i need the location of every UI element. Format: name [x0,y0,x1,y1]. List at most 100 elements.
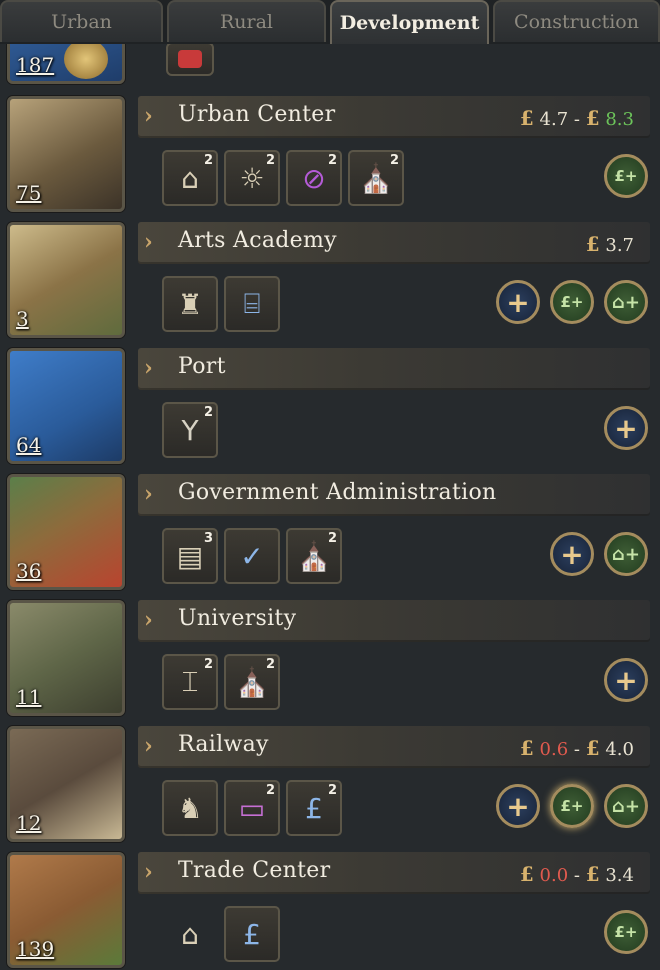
chevron-right-icon[interactable]: › [144,481,153,507]
building-actions: + £+ ⌂+ [486,784,648,828]
bureaucrat-check-icon[interactable]: ✓ [224,528,280,584]
building-name: Government Administration [178,480,497,505]
building-row: 75 › Urban Center £ 4.7 - £ 8.3 ⌂ 2 ☼ 2 ⊘ 2 ⛪ 2 £+ [0,96,660,222]
building-name-bar[interactable]: › Railway £ 0.6 - £ 4.0 [138,726,650,768]
building-profit: £ 0.0 - £ 3.4 [519,862,634,886]
expand-building-button[interactable]: + [604,406,648,450]
expand-building-button[interactable]: + [604,658,648,702]
building-thumbnail[interactable]: 12 [7,726,125,842]
subsidize-button[interactable]: £+ [550,784,594,828]
expand-building-button[interactable]: + [496,280,540,324]
chevron-right-icon[interactable]: › [144,859,153,885]
count-badge: 2 [327,531,337,546]
chevron-right-icon[interactable]: › [144,355,153,381]
classical-building-icon[interactable]: ⌶ 2 [162,654,218,710]
prayer-hands-icon[interactable]: ⛪ 2 [348,150,404,206]
building-count: 139 [16,937,55,961]
tab-development[interactable]: Development [330,0,490,44]
locomotive-icon[interactable]: ♞ [162,780,218,836]
building-actions: + [594,658,648,702]
tab-urban[interactable]: Urban [0,0,163,42]
expand-building-button[interactable]: + [496,784,540,828]
count-badge: 2 [203,153,213,168]
building-thumbnail[interactable]: 64 [7,348,125,464]
chevron-right-icon[interactable]: › [144,733,153,759]
building-name-bar[interactable]: › Government Administration [138,474,650,516]
building-name: University [178,606,297,631]
filing-cabinet-icon[interactable]: ▤ 3 [162,528,218,584]
hand-coin-icon[interactable] [166,42,214,76]
fork-icon[interactable]: Y2 [162,402,218,458]
building-modifiers: ♞ ▭ 2 £2 [162,780,348,838]
building-actions: £+ [594,910,648,954]
building-thumbnail[interactable]: 139 [7,852,125,968]
building-count: 36 [16,559,42,583]
building-actions: + £+ ⌂+ [486,280,648,324]
building-name: Urban Center [178,102,336,127]
building-name: Trade Center [178,858,331,883]
count-badge: 2 [265,657,275,672]
building-actions: + [594,406,648,450]
building-profit: £ 3.7 [585,232,634,256]
building-name-bar[interactable]: › University [138,600,650,642]
no-tram-icon[interactable]: ⊘ 2 [286,150,342,206]
statue-painting-icon[interactable]: ♜ [162,276,218,332]
building-actions: + ⌂+ [540,532,648,576]
building-name-bar[interactable]: › Trade Center £ 0.0 - £ 3.4 [138,852,650,894]
prayer-hands-icon[interactable]: ⛪ 2 [224,654,280,710]
building-modifiers: ⌂ £ [162,906,286,964]
building-modifiers: ⌶ 2 ⛪ 2 [162,654,286,712]
building-modifiers: Y2 [162,402,224,460]
nationalize-button[interactable]: ⌂+ [604,532,648,576]
expand-building-button[interactable]: + [550,532,594,576]
count-badge: 2 [265,153,275,168]
count-badge: 2 [327,153,337,168]
chevron-right-icon[interactable]: › [144,229,153,255]
hand-pound-icon[interactable]: £ [224,906,280,962]
building-name-bar[interactable]: › Arts Academy £ 3.7 [138,222,650,264]
institution-chair-icon[interactable]: ⌸ [224,276,280,332]
chevron-right-icon[interactable]: › [144,607,153,633]
subsidize-button[interactable]: £+ [550,280,594,324]
subsidize-button[interactable]: £+ [604,910,648,954]
building-count: 187 [16,53,55,77]
anchor-emblem-icon [64,39,108,79]
building-thumbnail[interactable]: 3 [7,222,125,338]
building-count: 75 [16,181,42,205]
building-row: 139 › Trade Center £ 0.0 - £ 3.4 ⌂ £ £+ [0,852,660,970]
building-profit: £ 0.6 - £ 4.0 [519,736,634,760]
nationalize-button[interactable]: ⌂+ [604,280,648,324]
building-name-bar[interactable]: › Urban Center £ 4.7 - £ 8.3 [138,96,650,138]
building-thumbnail[interactable]: 11 [7,600,125,716]
prayer-hands-icon[interactable]: ⛪ 2 [286,528,342,584]
building-modifiers: ⌂ 2 ☼ 2 ⊘ 2 ⛪ 2 [162,150,410,208]
tab-bar: Urban Rural Development Construction [0,0,660,44]
building-thumbnail[interactable]: 36 [7,474,125,590]
building-row: 36 › Government Administration ▤ 3 ✓ ⛪ 2 + ⌂+ [0,474,660,600]
building-modifiers: ▤ 3 ✓ ⛪ 2 [162,528,348,586]
nationalize-button[interactable]: ⌂+ [604,784,648,828]
count-badge: 2 [203,657,213,672]
tab-rural[interactable]: Rural [167,0,327,42]
guildhall-icon[interactable]: ⌂ [162,906,218,962]
building-profit: £ 4.7 - £ 8.3 [519,106,634,130]
count-badge: 2 [327,783,337,798]
building-modifiers: ♜ ⌸ [162,276,286,334]
street-lamp-icon[interactable]: ☼ 2 [224,150,280,206]
building-row: 3 › Arts Academy £ 3.7 ♜ ⌸ + £+ ⌂+ [0,222,660,348]
chevron-right-icon[interactable]: › [144,103,153,129]
rail-car-icon[interactable]: ▭ 2 [224,780,280,836]
market-stall-icon[interactable]: ⌂ 2 [162,150,218,206]
tab-construction[interactable]: Construction [493,0,660,42]
count-badge: 2 [389,153,399,168]
building-actions: £+ [594,154,648,198]
building-thumbnail[interactable]: 75 [7,96,125,212]
building-count: 3 [16,307,29,331]
count-badge: 2 [265,783,275,798]
hand-pound-icon[interactable]: £2 [286,780,342,836]
building-count: 11 [16,685,42,709]
building-row: 11 › University ⌶ 2 ⛪ 2 + [0,600,660,726]
building-name: Railway [178,732,269,757]
building-name-bar[interactable]: › Port [138,348,650,390]
subsidize-button[interactable]: £+ [604,154,648,198]
